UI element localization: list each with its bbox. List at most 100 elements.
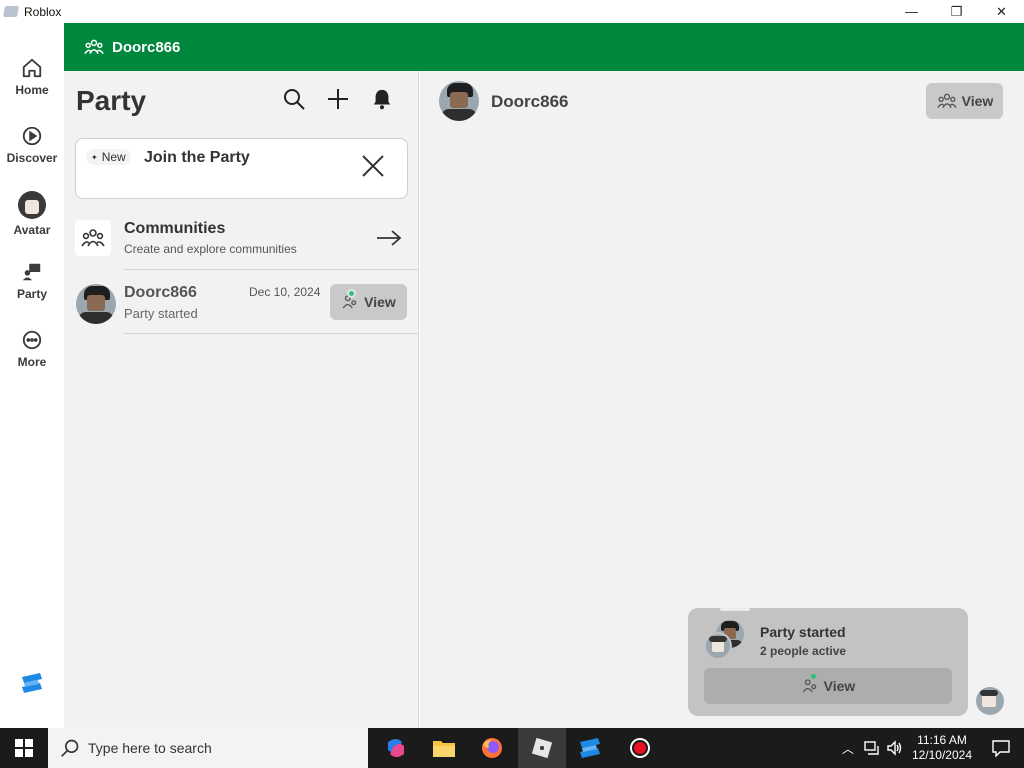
avatar[interactable]	[976, 687, 1004, 715]
notifications-button[interactable]	[370, 87, 394, 111]
view-label: View	[961, 93, 994, 109]
taskbar-file-explorer[interactable]	[420, 728, 468, 768]
roblox-studio-logo-icon[interactable]	[20, 671, 44, 695]
search-button[interactable]	[282, 87, 306, 111]
notification-center-icon[interactable]	[992, 739, 1010, 757]
conversation-date: Dec 10, 2024	[249, 285, 321, 299]
search-icon	[284, 89, 305, 110]
new-badge: ✦ New	[86, 149, 131, 165]
arrow-right-icon	[377, 230, 402, 246]
new-badge-label: New	[101, 150, 126, 164]
left-nav: Home Discover Avatar Party More	[0, 23, 64, 728]
party-people-icon	[801, 672, 821, 695]
firefox-icon	[482, 738, 502, 758]
sparkle-icon: ✦	[91, 153, 98, 162]
volume-icon[interactable]	[886, 740, 902, 756]
taskbar-copilot[interactable]	[372, 728, 420, 768]
avatar-icon	[18, 191, 46, 219]
communities-row[interactable]: Communities Create and explore communiti…	[75, 214, 408, 270]
taskbar-clock[interactable]: 11:16 AM 12/10/2024	[912, 733, 972, 763]
minimize-button[interactable]: —	[889, 0, 934, 23]
nav-item-discover[interactable]: Discover	[0, 125, 64, 165]
window-titlebar: Roblox — ❐ ✕	[0, 0, 1024, 23]
search-icon	[61, 739, 79, 757]
window-title: Roblox	[24, 4, 62, 19]
people-icon	[84, 39, 104, 55]
avatar	[704, 632, 732, 660]
folder-icon	[433, 741, 455, 757]
add-button[interactable]	[326, 87, 350, 111]
windows-taskbar: Type here to search ︿ 11:16 AM 12/10/202…	[0, 728, 1024, 768]
party-header-bar: Doorc866	[64, 23, 1024, 71]
close-button[interactable]: ✕	[979, 0, 1024, 23]
conversation-name: Doorc866	[124, 284, 197, 301]
taskbar-search-placeholder: Type here to search	[88, 740, 212, 756]
play-circle-icon	[22, 126, 42, 146]
view-label: View	[364, 294, 396, 310]
bell-icon	[373, 89, 391, 110]
nav-label-discover: Discover	[6, 151, 58, 165]
clock-date: 12/10/2024	[911, 748, 972, 762]
divider	[123, 333, 419, 334]
taskbar-search[interactable]: Type here to search	[48, 728, 368, 768]
party-header-title: Doorc866	[112, 38, 181, 56]
people-icon	[81, 229, 105, 247]
close-icon[interactable]	[361, 154, 385, 178]
nav-item-more[interactable]: More	[0, 329, 64, 369]
toast-subtitle: 2 people active	[760, 644, 847, 658]
communities-icon-box	[75, 220, 111, 256]
panel-actions	[282, 87, 394, 111]
clock-time: 11:16 AM	[917, 733, 967, 747]
party-icon	[22, 263, 41, 281]
more-icon	[22, 330, 42, 350]
roblox-icon	[531, 737, 553, 759]
copilot-icon	[388, 739, 404, 757]
taskbar-roblox[interactable]	[518, 728, 566, 768]
divider	[123, 269, 419, 270]
avatar[interactable]	[439, 81, 479, 121]
taskbar-roblox-studio[interactable]	[566, 728, 614, 768]
page-title: Party	[76, 85, 147, 116]
nav-label-party: Party	[16, 287, 48, 301]
chevron-up-icon[interactable]: ︿	[842, 740, 854, 757]
record-icon	[630, 738, 650, 758]
people-icon	[936, 93, 957, 109]
nav-label-home: Home	[15, 83, 49, 97]
party-started-toast: Party started 2 people active View	[688, 608, 968, 716]
party-people-icon	[341, 289, 361, 311]
toast-handle	[720, 608, 750, 611]
home-icon	[22, 58, 42, 78]
restore-button[interactable]: ❐	[934, 0, 979, 23]
taskbar-firefox[interactable]	[468, 728, 516, 768]
toast-title: Party started	[760, 624, 846, 640]
communities-subtitle: Create and explore communities	[124, 242, 297, 256]
online-dot	[808, 672, 818, 681]
roblox-studio-icon	[580, 738, 600, 758]
view-party-button[interactable]: View	[926, 83, 1003, 119]
windows-logo-icon	[15, 739, 33, 757]
view-label: View	[823, 678, 856, 694]
party-member-name: Doorc866	[491, 92, 569, 111]
conversation-row[interactable]: Doorc866 Party started Dec 10, 2024 View	[75, 281, 408, 333]
avatar	[76, 284, 116, 324]
start-button[interactable]	[0, 728, 48, 768]
nav-label-avatar: Avatar	[13, 223, 51, 237]
nav-item-home[interactable]: Home	[0, 57, 64, 97]
join-party-title: Join the Party	[144, 149, 250, 166]
nav-item-party[interactable]: Party	[0, 261, 64, 301]
plus-icon	[328, 89, 348, 109]
party-detail-panel: Doorc866 View Party started 2 people act…	[420, 71, 1024, 728]
nav-label-more: More	[17, 355, 47, 369]
join-party-card[interactable]: ✦ New Join the Party	[75, 138, 408, 199]
conversation-status: Party started	[124, 306, 198, 321]
nav-item-avatar[interactable]: Avatar	[0, 191, 64, 237]
taskbar-recorder[interactable]	[616, 728, 664, 768]
network-icon[interactable]	[864, 740, 880, 756]
party-list-panel: Party ✦ New Join the Party Communities Cr…	[64, 71, 419, 728]
window-controls: — ❐ ✕	[889, 0, 1024, 23]
view-party-button[interactable]: View	[330, 284, 407, 320]
communities-title: Communities	[124, 220, 226, 237]
system-tray: ︿ 11:16 AM 12/10/2024	[842, 728, 1024, 768]
toast-view-button[interactable]: View	[704, 668, 952, 704]
roblox-app-icon	[3, 6, 19, 17]
